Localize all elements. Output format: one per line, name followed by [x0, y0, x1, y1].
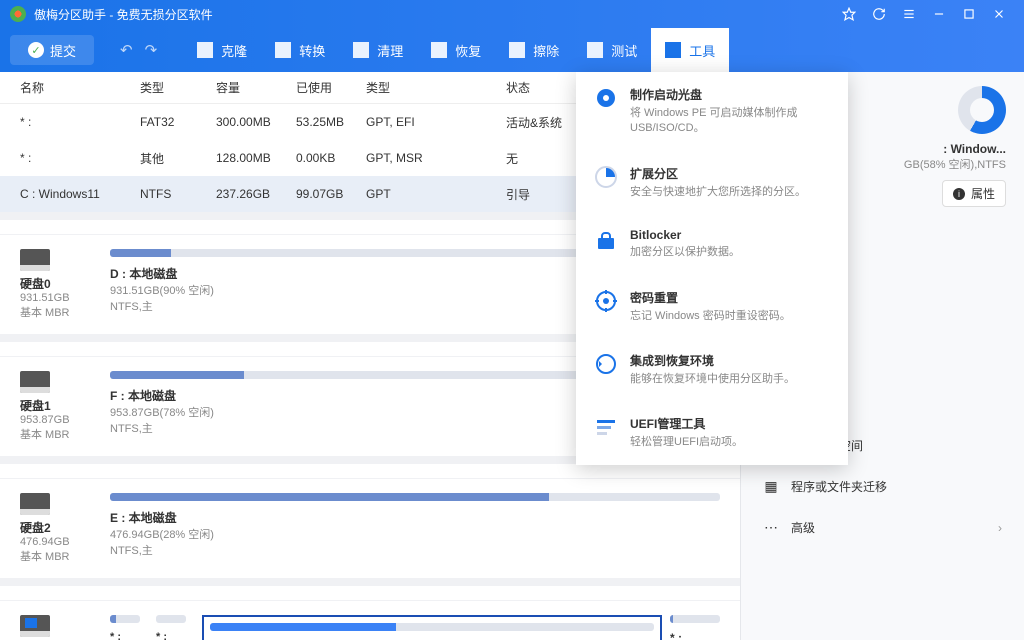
test-button[interactable]: 测试 [573, 28, 651, 72]
chevron-right-icon: › [998, 521, 1002, 535]
maximize-icon[interactable] [962, 7, 976, 21]
recover-icon [594, 352, 618, 376]
op-migrate[interactable]: ▦程序或文件夹迁移 [759, 466, 1006, 507]
properties-button[interactable]: i属性 [942, 180, 1006, 207]
title-bar: 傲梅分区助手 - 免费无损分区软件 [0, 0, 1024, 28]
dd-extend[interactable]: 扩展分区安全与快速地扩大您所选择的分区。 [576, 151, 848, 214]
convert-button[interactable]: 转换 [261, 28, 339, 72]
uefi-icon [594, 415, 618, 439]
gear-icon [594, 289, 618, 313]
disk-2[interactable]: 硬盘2476.94GB基本 MBR E : 本地磁盘476.94GB(28% 空… [0, 478, 740, 578]
clone-button[interactable]: 克隆 [183, 28, 261, 72]
selected-partition[interactable]: C : Windows11237.26GB(58% 空闲)NTFS,系统,主 [202, 615, 662, 640]
dd-uefi[interactable]: UEFI管理工具轻松管理UEFI启动项。 [576, 401, 848, 464]
extend-icon [594, 165, 618, 189]
erase-button[interactable]: 擦除 [495, 28, 573, 72]
redo-icon[interactable]: ↷ [145, 41, 158, 59]
disk-icon [20, 371, 50, 393]
lock-icon [594, 228, 618, 252]
disc-icon [594, 86, 618, 110]
more-icon: ⋯ [763, 520, 779, 536]
dd-recovery-env[interactable]: 集成到恢复环境能够在恢复环境中使用分区助手。 [576, 338, 848, 401]
undo-icon[interactable]: ↶ [120, 41, 133, 59]
clean-button[interactable]: 清理 [339, 28, 417, 72]
tools-button[interactable]: 工具 [651, 28, 729, 72]
disk-icon [20, 249, 50, 271]
recover-button[interactable]: 恢复 [417, 28, 495, 72]
dd-bitlocker[interactable]: Bitlocker加密分区以保护数据。 [576, 214, 848, 274]
tools-dropdown: 制作启动光盘将 Windows PE 可启动媒体制作成 USB/ISO/CD。 … [576, 72, 848, 465]
partition-pie-icon [958, 86, 1006, 134]
minimize-icon[interactable] [932, 7, 946, 21]
dd-password[interactable]: 密码重置忘记 Windows 密码时重设密码。 [576, 275, 848, 338]
disk-icon [20, 615, 50, 637]
disk-icon [20, 493, 50, 515]
close-icon[interactable] [992, 7, 1006, 21]
app-logo [10, 6, 26, 22]
migrate-icon: ▦ [763, 479, 779, 495]
dd-boot-disc[interactable]: 制作启动光盘将 Windows PE 可启动媒体制作成 USB/ISO/CD。 [576, 72, 848, 151]
op-advanced[interactable]: ⋯高级› [759, 507, 1006, 548]
app-title: 傲梅分区助手 - 免费无损分区软件 [34, 6, 213, 23]
star-icon[interactable] [842, 7, 856, 21]
toolbar: ✓提交 ↶ ↷ 克隆 转换 清理 恢复 擦除 测试 工具 [0, 28, 1024, 72]
menu-icon[interactable] [902, 7, 916, 21]
refresh-icon[interactable] [872, 7, 886, 21]
disk-3[interactable]: 硬盘3238.47GB基本 GPT * :300...FAT... * :...… [0, 600, 740, 640]
commit-button[interactable]: ✓提交 [10, 35, 94, 65]
